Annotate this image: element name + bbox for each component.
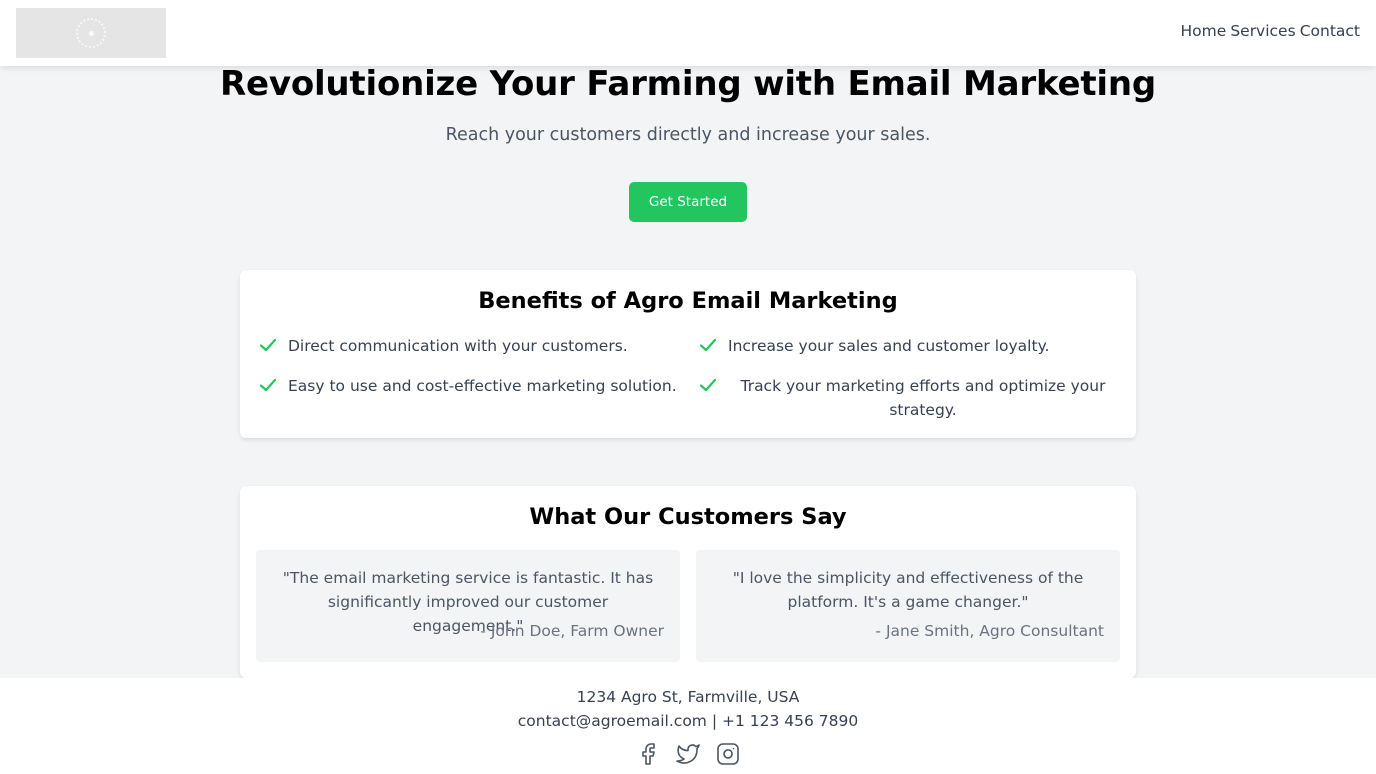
testimonial: "I love the simplicity and effectiveness… [696, 550, 1120, 662]
testimonial-author: - John Doe, Farm Owner [480, 622, 664, 640]
social-links [0, 742, 1376, 766]
logo-icon [76, 18, 106, 48]
twitter-icon[interactable] [676, 742, 700, 766]
benefit-text: Easy to use and cost-effective marketing… [288, 377, 677, 395]
benefits-card: Benefits of Agro Email Marketing Direct … [240, 270, 1136, 438]
site-footer: 1234 Agro St, Farmville, USA contact@agr… [0, 678, 1376, 774]
testimonial: "The email marketing service is fantasti… [256, 550, 680, 662]
site-header: Home Services Contact [0, 0, 1376, 66]
benefit-text: Increase your sales and customer loyalty… [728, 337, 1050, 355]
check-icon [259, 338, 277, 352]
testimonial-author: - Jane Smith, Agro Consultant [875, 622, 1104, 640]
get-started-button[interactable]: Get Started [629, 182, 747, 222]
hero-subtitle: Reach your customers directly and increa… [445, 125, 931, 145]
logo[interactable] [16, 8, 166, 58]
testimonials-title: What Our Customers Say [529, 504, 847, 530]
testimonial-quote: "I love the simplicity and effectiveness… [732, 569, 1084, 611]
benefit-text: Track your marketing efforts and optimiz… [740, 377, 1106, 419]
nav-home-link[interactable]: Home [1181, 22, 1227, 40]
instagram-icon[interactable] [716, 742, 740, 766]
testimonials-card: What Our Customers Say "The email market… [240, 486, 1136, 678]
facebook-icon[interactable] [636, 742, 660, 766]
footer-address: 1234 Agro St, Farmville, USA [576, 688, 800, 706]
hero-title: Revolutionize Your Farming with Email Ma… [220, 64, 1156, 104]
benefit-item: Easy to use and cost-effective marketing… [258, 374, 688, 398]
nav-services-link[interactable]: Services [1230, 22, 1295, 40]
check-icon [699, 378, 717, 392]
main-nav: Home Services Contact [1181, 22, 1360, 40]
nav-contact-link[interactable]: Contact [1300, 22, 1360, 40]
benefit-item: Track your marketing efforts and optimiz… [698, 374, 1118, 422]
benefit-text: Direct communication with your customers… [288, 337, 628, 355]
check-icon [699, 338, 717, 352]
benefits-title: Benefits of Agro Email Marketing [478, 288, 898, 314]
benefit-item: Increase your sales and customer loyalty… [698, 334, 1118, 358]
benefit-item: Direct communication with your customers… [258, 334, 678, 358]
check-icon [259, 378, 277, 392]
footer-contact: contact@agroemail.com | +1 123 456 7890 [517, 712, 859, 730]
